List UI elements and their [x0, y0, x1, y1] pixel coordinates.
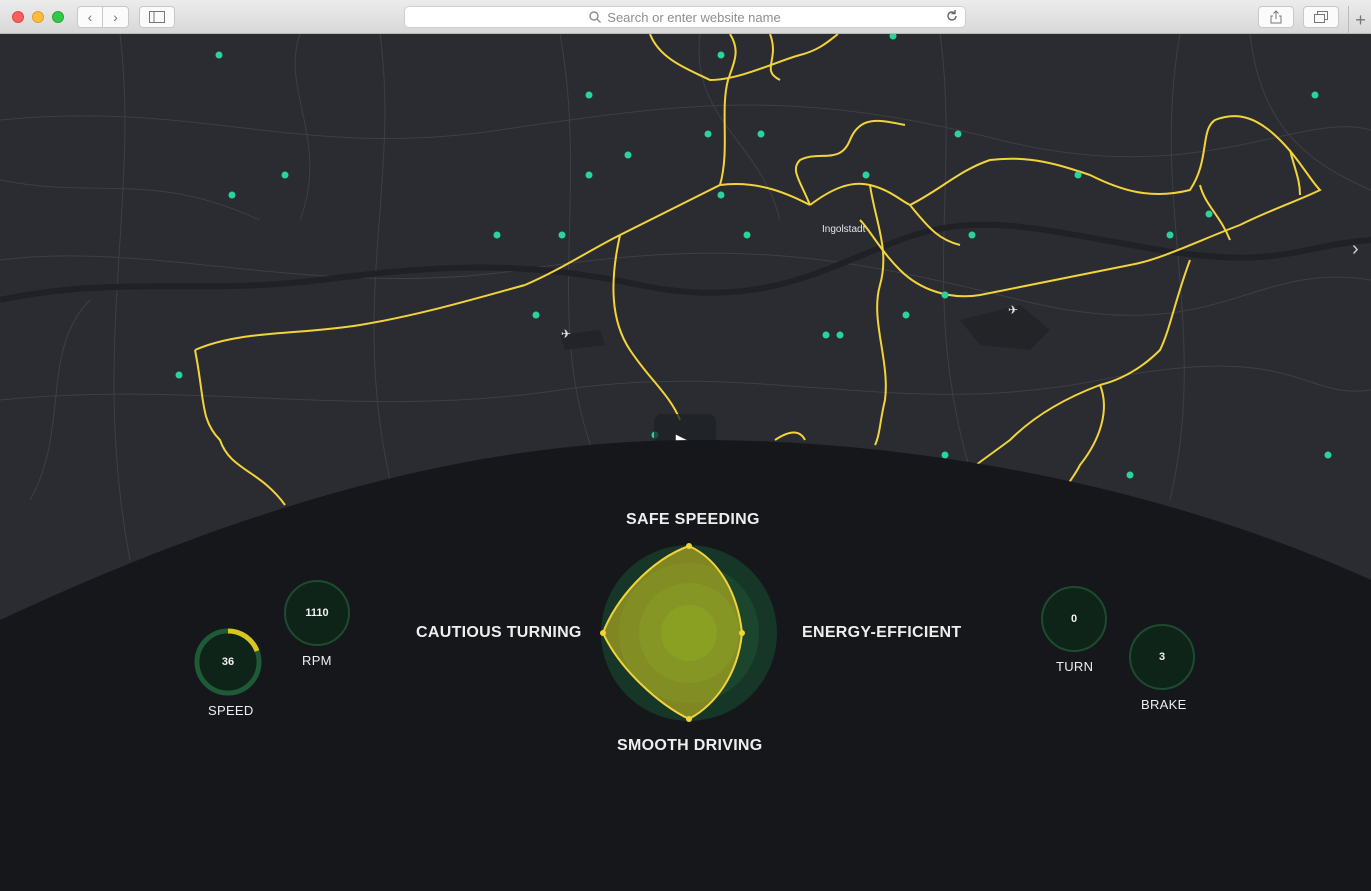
chevron-right-icon: ›: [1352, 238, 1359, 260]
city-label: Ingolstadt: [822, 224, 866, 235]
tabs-icon: [1314, 11, 1328, 23]
brake-gauge: 3: [1129, 624, 1195, 690]
new-tab-button[interactable]: +: [1348, 6, 1371, 34]
sidebar-toggle-button[interactable]: [139, 6, 175, 28]
map-view[interactable]: ✈ ✈ Ingolstadt ▶ ›: [0, 34, 1371, 891]
share-button[interactable]: [1258, 6, 1294, 28]
sidebar-icon: [149, 11, 165, 23]
turn-label: TURN: [1056, 659, 1094, 674]
radar-label-smooth-driving: SMOOTH DRIVING: [617, 737, 763, 754]
turn-value: 0: [1070, 613, 1078, 625]
radar-label-cautious-turning: CAUTIOUS TURNING: [416, 624, 582, 641]
plus-icon: +: [1355, 9, 1366, 30]
play-button[interactable]: ▶: [654, 414, 716, 470]
rpm-gauge: 1110: [284, 580, 350, 646]
chevron-left-icon: ‹: [87, 9, 93, 25]
airport-icon: ✈: [561, 327, 571, 341]
brake-value: 3: [1158, 651, 1166, 663]
location-markers: [175, 34, 1332, 479]
chevron-right-icon: ›: [113, 9, 118, 25]
minimize-window-button[interactable]: [32, 11, 44, 23]
river: [0, 221, 1371, 303]
radar-label-energy-efficient: ENERGY-EFFICIENT: [802, 624, 962, 641]
share-icon: [1270, 10, 1282, 24]
next-slide-button[interactable]: ›: [1352, 238, 1359, 261]
close-window-button[interactable]: [12, 11, 24, 23]
street-network: [0, 34, 1371, 561]
turn-gauge: 0: [1041, 586, 1107, 652]
brake-label: BRAKE: [1141, 697, 1187, 712]
back-button[interactable]: ‹: [77, 6, 103, 28]
reload-icon[interactable]: [945, 9, 959, 23]
browser-toolbar: ‹ › Search or enter website name +: [0, 0, 1371, 34]
forward-button[interactable]: ›: [103, 6, 129, 28]
address-placeholder: Search or enter website name: [607, 9, 781, 25]
rpm-value: 1110: [305, 607, 329, 619]
play-icon: ▶: [675, 428, 695, 456]
speed-gauge: 36: [200, 634, 256, 690]
search-icon: [589, 11, 602, 23]
rpm-label: RPM: [302, 653, 332, 668]
tab-overview-button[interactable]: [1303, 6, 1339, 28]
speed-value: 36: [221, 656, 235, 668]
radar-label-safe-speeding: SAFE SPEEDING: [626, 511, 760, 528]
zoom-window-button[interactable]: [52, 11, 64, 23]
map-areas: [560, 305, 1050, 350]
airport-icon: ✈: [1008, 303, 1018, 317]
speed-label: SPEED: [208, 703, 254, 718]
address-bar[interactable]: Search or enter website name: [404, 6, 966, 28]
